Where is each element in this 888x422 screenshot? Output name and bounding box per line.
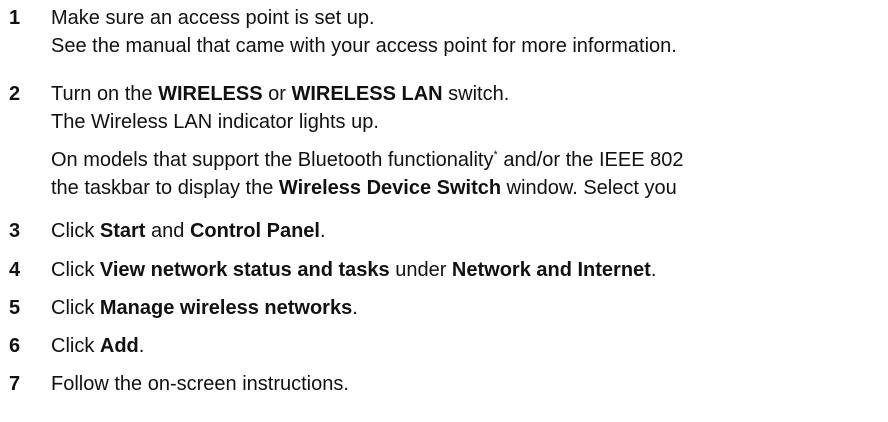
step-text: Make sure an access point is set up. See… <box>51 4 888 60</box>
step-text: Click Add. <box>51 332 888 360</box>
step-number: 5 <box>9 297 21 319</box>
step-number: 1 <box>9 7 21 29</box>
switch-name: WIRELESS LAN <box>291 83 443 105</box>
step-text: Click Start and Control Panel. <box>51 217 888 245</box>
step-text: Click View network status and tasks unde… <box>51 256 888 284</box>
ui-term: Control Panel <box>189 220 320 242</box>
ui-term: Manage wireless networks <box>99 297 353 319</box>
text-run: Click <box>51 259 100 281</box>
step-number: 2 <box>9 83 21 105</box>
text-run: . <box>650 259 657 281</box>
text-run: and <box>145 220 190 242</box>
text-run: or <box>262 83 292 105</box>
step-text: Follow the on-screen instructions. <box>51 370 888 398</box>
text-run: Turn on the <box>51 83 159 105</box>
text-run: under <box>389 259 452 281</box>
text-run: Click <box>51 220 100 242</box>
text-run: . <box>352 297 358 319</box>
step-number: 4 <box>9 259 21 281</box>
step-line: On models that support the Bluetooth fun… <box>51 146 888 174</box>
text-run: Click <box>51 335 100 357</box>
step-line: Follow the on-screen instructions. <box>51 373 349 395</box>
ui-term: Network and Internet <box>451 259 651 281</box>
step-line: See the manual that came with your acces… <box>51 35 677 57</box>
text-run: the taskbar to display the <box>51 177 279 199</box>
step-line: Click Manage wireless networks. <box>51 294 888 322</box>
instruction-steps: 1 Make sure an access point is set up. S… <box>0 0 888 422</box>
text-run: On models that support the Bluetooth fun… <box>51 149 494 171</box>
step-number: 3 <box>9 220 21 242</box>
step-line: The Wireless LAN indicator lights up. <box>51 111 379 133</box>
ui-term: Add <box>99 335 139 357</box>
text-run: . <box>319 220 326 242</box>
window-name: Wireless Device Switch <box>278 177 502 199</box>
step-line: Make sure an access point is set up. <box>51 7 375 29</box>
text-run: switch. <box>442 83 510 105</box>
step-number: 6 <box>9 335 21 357</box>
text-run: . <box>138 335 145 357</box>
step-line: Click Add. <box>51 332 888 360</box>
step-line: Turn on the WIRELESS or WIRELESS LAN swi… <box>51 80 888 108</box>
step-number: 7 <box>9 373 21 395</box>
ui-term: Start <box>99 220 146 242</box>
switch-name: WIRELESS <box>158 83 263 105</box>
step-line: Click View network status and tasks unde… <box>51 256 888 284</box>
text-run: window. Select you <box>501 177 677 199</box>
step-line: the taskbar to display the Wireless Devi… <box>51 174 888 202</box>
text-run: Click <box>51 297 100 319</box>
text-run: and/or the IEEE 802 <box>497 149 684 171</box>
step-text: Turn on the WIRELESS or WIRELESS LAN swi… <box>51 80 888 202</box>
ui-term: View network status and tasks <box>99 259 390 281</box>
step-text: Click Manage wireless networks. <box>51 294 888 322</box>
step-line: Click Start and Control Panel. <box>51 217 888 245</box>
